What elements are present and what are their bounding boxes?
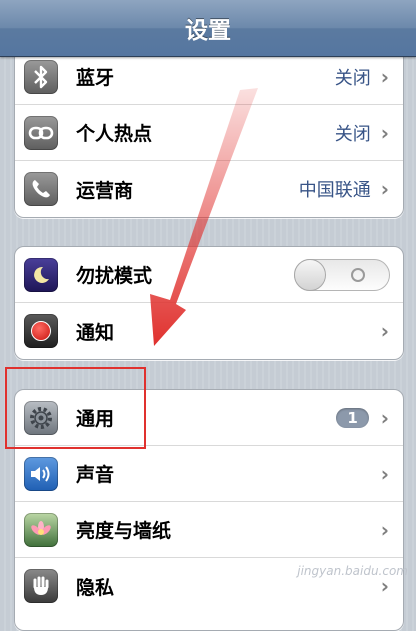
row-value: 关闭	[334, 67, 371, 89]
row-value: 关闭	[334, 123, 371, 145]
chevron-right-icon: ›	[380, 461, 389, 486]
red-dot-icon	[31, 321, 51, 341]
row-do-not-disturb: 勿扰模式	[15, 247, 403, 303]
row-carrier[interactable]: 运营商 中国联通 ›	[15, 161, 403, 217]
gear-icon	[24, 400, 58, 435]
navigation-bar: 设置	[0, 0, 416, 57]
settings-group-connectivity: 蓝牙 关闭 › 个人热点 关闭 › 运营商 中国联通 ›	[14, 48, 404, 218]
hand-icon	[24, 569, 58, 603]
row-personal-hotspot[interactable]: 个人热点 关闭 ›	[15, 105, 403, 161]
row-label: 蓝牙	[76, 67, 115, 89]
row-label: 运营商	[76, 179, 134, 202]
row-label: 个人热点	[76, 123, 153, 145]
chevron-right-icon: ›	[380, 517, 389, 542]
row-sounds[interactable]: 声音 ›	[15, 446, 403, 502]
row-label: 通用	[76, 408, 115, 430]
row-bluetooth[interactable]: 蓝牙 关闭 ›	[15, 49, 403, 105]
chevron-right-icon: ›	[380, 64, 389, 89]
row-notifications[interactable]: 通知 ›	[15, 303, 403, 359]
notification-icon	[24, 314, 58, 348]
row-label: 声音	[76, 464, 115, 486]
row-label: 通知	[76, 321, 115, 344]
settings-group-general: 通用 1 › 声音 › 亮度与墙纸 › 隐私 ›	[14, 389, 404, 631]
chevron-right-icon: ›	[380, 120, 389, 145]
moon-icon	[24, 257, 58, 292]
row-label: 勿扰模式	[76, 265, 153, 287]
do-not-disturb-toggle[interactable]	[294, 258, 390, 291]
hotspot-icon	[24, 115, 58, 150]
row-general[interactable]: 通用 1 ›	[15, 390, 403, 446]
update-count-badge: 1	[336, 407, 369, 428]
phone-icon	[24, 172, 58, 206]
settings-group-notifications: 勿扰模式 通知 ›	[14, 246, 404, 360]
chevron-right-icon: ›	[380, 405, 389, 430]
bluetooth-icon	[24, 59, 58, 94]
flower-icon	[24, 512, 58, 547]
watermark-text: jingyan.baidu.com	[297, 564, 408, 578]
page-title: 设置	[185, 18, 231, 44]
speaker-icon	[24, 456, 58, 491]
row-brightness-wallpaper[interactable]: 亮度与墙纸 ›	[15, 502, 403, 558]
chevron-right-icon: ›	[380, 319, 389, 343]
chevron-right-icon: ›	[380, 177, 389, 201]
toggle-off-indicator-icon	[351, 267, 365, 282]
row-label: 亮度与墙纸	[76, 520, 172, 542]
toggle-knob	[294, 258, 326, 291]
row-value: 中国联通	[298, 180, 371, 201]
